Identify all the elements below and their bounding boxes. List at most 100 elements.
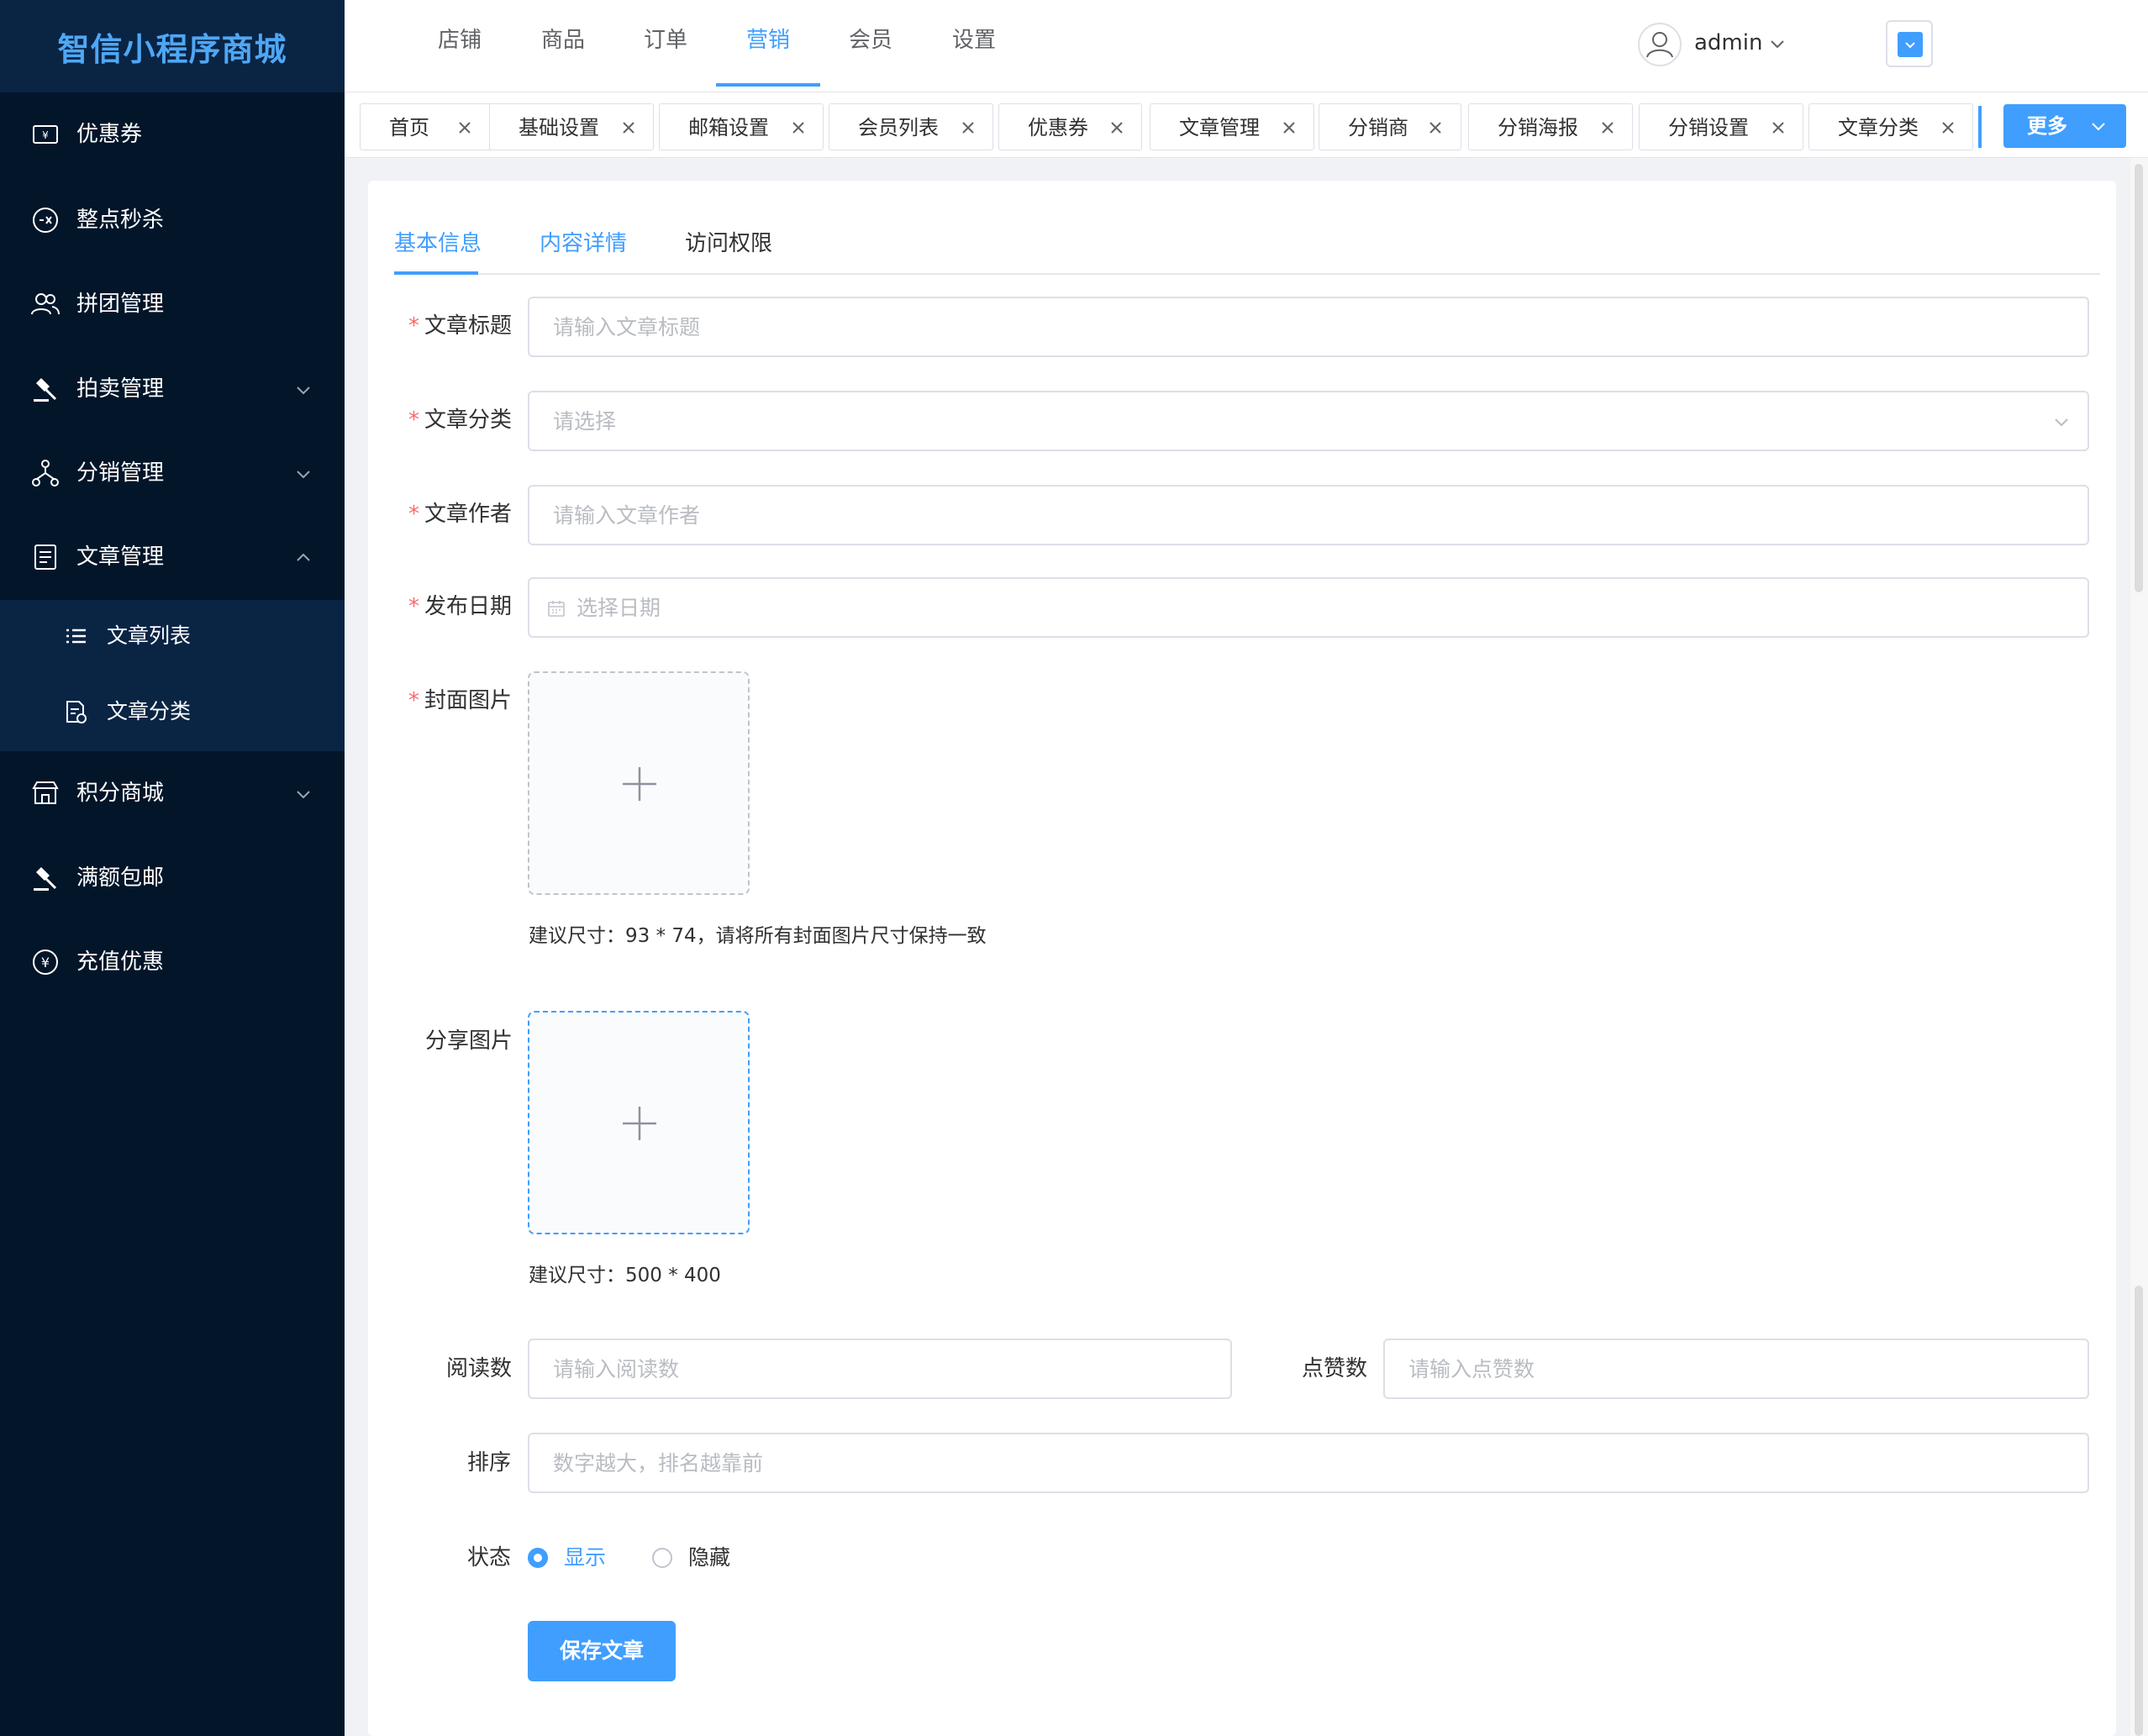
field-label-title: * 文章标题 — [408, 311, 512, 341]
sidebar-item-articles[interactable]: 文章管理 — [0, 515, 345, 599]
open-tab[interactable]: 基础设置 — [489, 103, 654, 150]
article-author-input[interactable]: 请输入文章作者 — [528, 485, 2089, 545]
open-tab[interactable]: 首页 — [360, 103, 498, 150]
sidebar-submenu-articles: 文章列表 文章分类 — [0, 600, 345, 751]
category-doc-icon — [66, 701, 87, 723]
sort-order-input[interactable]: 数字越大，排名越靠前 — [528, 1433, 2089, 1493]
sidebar-item-auction[interactable]: 拍卖管理 — [0, 347, 345, 431]
read-count-input[interactable]: 请输入阅读数 — [528, 1339, 1232, 1399]
chevron-down-icon[interactable] — [1768, 34, 1787, 53]
cover-image-uploader[interactable] — [528, 671, 750, 895]
tabs-scroll-indicator — [1978, 106, 1982, 148]
close-icon[interactable] — [1940, 119, 1956, 136]
sidebar-item-group-buy[interactable]: 拼团管理 — [0, 262, 345, 346]
open-tab[interactable]: 分销商 — [1319, 103, 1461, 150]
close-icon[interactable] — [1770, 119, 1787, 136]
close-icon[interactable] — [456, 119, 473, 136]
sidebar-subitem-article-list[interactable]: 文章列表 — [0, 600, 345, 676]
chevron-down-icon — [297, 387, 310, 395]
status-radio-show[interactable]: 显示 — [528, 1543, 612, 1573]
sidebar-item-label: 满额包邮 — [76, 865, 165, 891]
article-category-select[interactable]: 请选择 — [528, 391, 2089, 451]
open-tab[interactable]: 优惠券 — [998, 103, 1142, 150]
header-dropdown-toggle[interactable] — [1886, 20, 1933, 67]
list-icon — [66, 629, 86, 644]
open-tab-label: 首页 — [389, 116, 429, 139]
required-mark: * — [408, 594, 419, 619]
open-tab-label: 文章分类 — [1838, 116, 1919, 139]
save-article-button[interactable]: 保存文章 — [528, 1621, 676, 1681]
status-radio-hide[interactable]: 隐藏 — [652, 1543, 736, 1573]
field-label-text: 点赞数 — [1302, 1356, 1368, 1381]
sidebar-item-label: 整点秒杀 — [76, 208, 165, 233]
open-tab-label: 分销设置 — [1668, 116, 1749, 139]
input-placeholder: 请输入文章作者 — [553, 503, 701, 528]
field-label-text: 发布日期 — [424, 594, 513, 619]
like-count-input[interactable]: 请输入点赞数 — [1383, 1339, 2089, 1399]
close-icon[interactable] — [1281, 119, 1298, 136]
open-tab[interactable]: 会员列表 — [829, 103, 993, 150]
network-icon — [32, 460, 59, 487]
close-icon[interactable] — [960, 119, 977, 136]
sidebar-item-label: 分销管理 — [76, 460, 165, 486]
scrollbar-thumb[interactable] — [2135, 164, 2143, 592]
store-icon — [32, 781, 59, 804]
open-tab[interactable]: 分销设置 — [1639, 103, 1803, 150]
radio-indicator — [528, 1548, 548, 1568]
chevron-down-icon — [297, 791, 310, 799]
tab-access-permission[interactable]: 访问权限 — [685, 229, 772, 259]
close-icon[interactable] — [620, 119, 637, 136]
field-label-cover: * 封面图片 — [408, 686, 512, 716]
open-tab[interactable]: 文章管理 — [1150, 103, 1314, 150]
chevron-down-icon — [2092, 123, 2105, 131]
chevron-down-icon — [1905, 42, 1915, 49]
article-title-input[interactable]: 请输入文章标题 — [528, 297, 2089, 357]
sidebar-subitem-article-category[interactable]: 文章分类 — [0, 676, 345, 751]
required-mark: * — [408, 688, 419, 713]
required-mark: * — [408, 408, 419, 433]
share-image-uploader[interactable] — [528, 1011, 750, 1234]
sidebar-item-flash-sale[interactable]: 整点秒杀 — [0, 178, 345, 262]
sidebar-item-coupon[interactable]: ¥ 优惠券 — [0, 92, 345, 176]
tab-basic-info[interactable]: 基本信息 — [394, 229, 482, 259]
close-icon[interactable] — [1599, 119, 1616, 136]
scrollbar-thumb[interactable] — [2135, 1286, 2143, 1736]
user-avatar-icon[interactable] — [1637, 22, 1682, 67]
user-name[interactable]: admin — [1694, 28, 1762, 58]
top-nav-orders[interactable]: 订单 — [644, 25, 687, 55]
sidebar-item-label: 拍卖管理 — [76, 376, 165, 402]
field-label-category: * 文章分类 — [408, 405, 512, 435]
close-icon[interactable] — [1427, 119, 1444, 136]
chevron-up-icon — [297, 553, 310, 561]
yuan-coin-icon: ¥ — [33, 950, 58, 975]
document-icon — [34, 544, 56, 570]
top-nav-products[interactable]: 商品 — [541, 25, 585, 55]
open-tab[interactable]: 文章分类 — [1808, 103, 1973, 150]
publish-date-picker[interactable]: 选择日期 — [528, 577, 2089, 638]
top-nav-store[interactable]: 店铺 — [438, 25, 482, 55]
header-dropdown-indicator — [1898, 32, 1923, 57]
top-nav-marketing[interactable]: 营销 — [746, 25, 790, 55]
sidebar-item-recharge-offer[interactable]: ¥ 充值优惠 — [0, 920, 345, 1004]
sidebar-item-free-shipping[interactable]: 满额包邮 — [0, 836, 345, 920]
input-placeholder: 请输入点赞数 — [1408, 1357, 1535, 1381]
app-logo-title[interactable]: 智信小程序商城 — [0, 0, 345, 92]
top-nav-settings[interactable]: 设置 — [952, 25, 996, 55]
open-tab-label: 文章管理 — [1179, 116, 1260, 139]
sidebar-item-points-mall[interactable]: 积分商城 — [0, 751, 345, 835]
field-label-status: 状态 — [467, 1543, 511, 1573]
more-tabs-button[interactable]: 更多 — [2003, 104, 2126, 148]
open-tab[interactable]: 分销海报 — [1468, 103, 1633, 150]
close-icon[interactable] — [790, 119, 807, 136]
group-users-icon — [31, 293, 60, 315]
input-placeholder: 请输入文章标题 — [553, 315, 701, 339]
field-label-text: 排序 — [467, 1450, 512, 1476]
top-header: 店铺 商品 订单 营销 会员 设置 — [345, 0, 2148, 92]
close-icon[interactable] — [1108, 119, 1125, 136]
open-tab[interactable]: 邮箱设置 — [659, 103, 824, 150]
field-label-text: 文章作者 — [424, 502, 513, 527]
tab-content-details[interactable]: 内容详情 — [540, 229, 627, 259]
top-nav-members[interactable]: 会员 — [849, 25, 892, 55]
sidebar-item-distribution[interactable]: 分销管理 — [0, 431, 345, 515]
more-tabs-label: 更多 — [2027, 114, 2067, 138]
